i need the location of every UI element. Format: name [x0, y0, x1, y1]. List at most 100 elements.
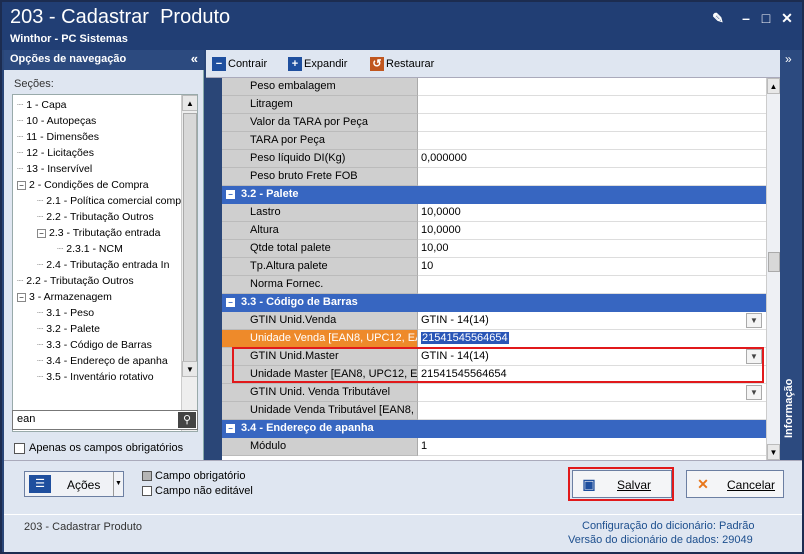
- chevron-down-icon[interactable]: ▼: [746, 349, 762, 364]
- tree-item-inservivel[interactable]: ┈ 13 - Inservível: [17, 161, 92, 177]
- grid-row[interactable]: Qtde total palete 10,00: [222, 240, 766, 258]
- expand-button[interactable]: + Expandir: [288, 56, 347, 72]
- tree-item-endereco-apanha[interactable]: ┈ 3.4 - Endereço de apanha: [37, 353, 168, 369]
- grid-scrollbar[interactable]: ▲ ▼: [766, 78, 780, 460]
- actions-button[interactable]: ☰ Ações ▼: [24, 471, 124, 497]
- title-bar: 203 - Cadastrar Produto Winthor - PC Sis…: [2, 2, 802, 50]
- restore-icon: ↺: [370, 57, 384, 72]
- sections-tree[interactable]: ┈ 1 - Capa ┈ 10 - Autopeças ┈ 11 - Dimen…: [12, 94, 198, 432]
- tree-item-tributacao-entrada[interactable]: −2.3 - Tributação entrada: [37, 225, 161, 241]
- collapse-left-icon[interactable]: «: [191, 51, 198, 66]
- scroll-down-icon[interactable]: ▼: [182, 361, 197, 377]
- legend-readonly: Campo não editável: [142, 485, 253, 497]
- grid-row[interactable]: Tp.Altura palete 10: [222, 258, 766, 276]
- tree-item-capa[interactable]: ┈ 1 - Capa: [17, 97, 67, 113]
- unidade-venda-tributavel-row[interactable]: Unidade Venda Tributável [EAN8, U: [222, 402, 766, 420]
- grid-row[interactable]: Norma Fornec.: [222, 276, 766, 294]
- checkbox-box[interactable]: [14, 442, 25, 454]
- scroll-down-icon[interactable]: ▼: [767, 444, 780, 460]
- plus-icon: +: [288, 57, 302, 72]
- info-panel[interactable]: » Informação: [780, 50, 802, 460]
- tree-item-politica-comercial[interactable]: ┈ 2.1 - Política comercial comp: [37, 193, 181, 209]
- only-required-checkbox[interactable]: Apenas os campos obrigatórios: [14, 442, 183, 454]
- collapse-section-icon[interactable]: −: [226, 297, 235, 307]
- grid-row[interactable]: Módulo 1: [222, 438, 766, 456]
- tree-item-codigo-barras[interactable]: ┈ 3.3 - Código de Barras: [37, 337, 152, 353]
- grid-scroll-thumb[interactable]: [768, 252, 780, 272]
- actions-icon: ☰: [29, 475, 51, 493]
- search-input-value: ean: [17, 413, 36, 425]
- gtin-unid-master-select[interactable]: GTIN - 14(14) ▼: [418, 348, 766, 366]
- minus-icon: −: [212, 57, 226, 72]
- app-window: 203 - Cadastrar Produto Winthor - PC Sis…: [0, 0, 804, 554]
- unidade-master-row[interactable]: Unidade Master [EAN8, UPC12, EA 215415455…: [222, 366, 766, 384]
- collapse-button[interactable]: − Contrair: [212, 56, 267, 72]
- readonly-swatch: [142, 486, 152, 497]
- search-icon[interactable]: ⚲: [178, 412, 196, 428]
- tree-scroll-thumb[interactable]: [183, 113, 197, 363]
- section-header-palete[interactable]: −3.2 - Palete: [222, 186, 766, 204]
- gtin-unid-venda-select[interactable]: GTIN - 14(14) ▼: [418, 312, 766, 330]
- chevron-down-icon[interactable]: ▼: [746, 385, 762, 400]
- navigation-panel: Opções de navegação « Seções: ┈ 1 - Capa…: [4, 50, 204, 460]
- scroll-up-icon[interactable]: ▲: [182, 95, 197, 111]
- property-grid: Peso embalagem Litragem Valor da TARA po…: [206, 78, 766, 460]
- save-button[interactable]: ▣ Salvar: [572, 470, 672, 498]
- scroll-up-icon[interactable]: ▲: [767, 78, 780, 94]
- tree-item-peso[interactable]: ┈ 3.1 - Peso: [37, 305, 94, 321]
- gtin-venda-tributavel-row[interactable]: GTIN Unid. Venda Tributável ▼: [222, 384, 766, 402]
- main-panel: − Contrair + Expandir ↺ Restaurar Peso emba…: [206, 50, 780, 460]
- chevron-down-icon[interactable]: ▼: [746, 313, 762, 328]
- info-panel-label: Informação: [783, 378, 795, 438]
- status-screen-name: 203 - Cadastrar Produto: [24, 521, 143, 533]
- cancel-button[interactable]: ✕ Cancelar: [686, 470, 784, 498]
- maximize-icon[interactable]: □: [758, 10, 774, 26]
- grid-row[interactable]: TARA por Peça: [222, 132, 766, 150]
- grid-row[interactable]: Altura 10,0000: [222, 222, 766, 240]
- grid-row[interactable]: Peso bruto Frete FOB: [222, 168, 766, 186]
- navigation-header-label: Opções de navegação: [10, 53, 127, 65]
- section-header-endereco-apanha[interactable]: −3.4 - Endereço de apanha: [222, 420, 766, 438]
- minimize-icon[interactable]: –: [738, 10, 754, 26]
- grid-row[interactable]: Peso embalagem: [222, 78, 766, 96]
- search-input[interactable]: ean ⚲: [12, 410, 198, 430]
- tree-item-tributacao-outros[interactable]: ┈ 2.2 - Tributação Outros: [37, 209, 154, 225]
- restore-button[interactable]: ↺ Restaurar: [370, 56, 434, 72]
- collapse-section-icon[interactable]: −: [226, 189, 235, 199]
- navigation-header: Opções de navegação «: [4, 50, 204, 70]
- chevron-down-icon[interactable]: ▼: [113, 472, 123, 496]
- tree-item-condicoes-compra[interactable]: −2 - Condições de Compra: [17, 177, 149, 193]
- grid-row[interactable]: Peso líquido DI(Kg) 0,000000: [222, 150, 766, 168]
- tree-item-inventario-rotativo[interactable]: ┈ 3.5 - Inventário rotativo: [37, 369, 154, 385]
- tree-item-armazenagem[interactable]: −3 - Armazenagem: [17, 289, 112, 305]
- gtin-unid-venda-row[interactable]: GTIN Unid.Venda GTIN - 14(14) ▼: [222, 312, 766, 330]
- unidade-master-input[interactable]: 21541545564654: [418, 366, 766, 384]
- grid-row[interactable]: Litragem: [222, 96, 766, 114]
- collapse-section-icon[interactable]: −: [226, 423, 235, 433]
- grid-left-strip: [206, 78, 222, 460]
- tree-item-tributacao-entrada-in[interactable]: ┈ 2.4 - Tributação entrada In: [37, 257, 169, 273]
- tree-item-palete[interactable]: ┈ 3.2 - Palete: [37, 321, 100, 337]
- gtin-venda-tributavel-select[interactable]: ▼: [418, 384, 766, 402]
- edit-icon[interactable]: ✎: [710, 10, 726, 26]
- tree-item-ncm[interactable]: ┈ 2.3.1 - NCM: [57, 241, 123, 257]
- close-icon[interactable]: ✕: [779, 10, 795, 26]
- tree-item-autopecas[interactable]: ┈ 10 - Autopeças: [17, 113, 96, 129]
- gtin-unid-master-row[interactable]: GTIN Unid.Master GTIN - 14(14) ▼: [222, 348, 766, 366]
- collapse-right-icon[interactable]: »: [785, 52, 792, 66]
- unidade-venda-input[interactable]: 21541545564654: [418, 330, 766, 348]
- tree-item-licitacoes[interactable]: ┈ 12 - Licitações: [17, 145, 94, 161]
- tree-item-tributacao-outros-2[interactable]: ┈ 2.2 - Tributação Outros: [17, 273, 134, 289]
- status-config: Configuração do dicionário: Padrão: [582, 520, 755, 532]
- save-icon: ▣: [582, 476, 596, 492]
- legend-required: Campo obrigatório: [142, 470, 246, 482]
- required-swatch: [142, 471, 152, 482]
- tree-scrollbar[interactable]: ▲ ▼: [181, 95, 197, 431]
- tree-item-dimensoes[interactable]: ┈ 11 - Dimensões: [17, 129, 99, 145]
- unidade-venda-row[interactable]: Unidade Venda [EAN8, UPC12, EA 2154154556…: [222, 330, 766, 348]
- status-version: Versão do dicionário de dados: 29049: [568, 534, 753, 546]
- grid-row[interactable]: Valor da TARA por Peça: [222, 114, 766, 132]
- grid-row[interactable]: Lastro 10,0000: [222, 204, 766, 222]
- action-bar: ☰ Ações ▼ Campo obrigatório Campo não ed…: [4, 460, 802, 514]
- section-header-codigo-barras[interactable]: −3.3 - Código de Barras: [222, 294, 766, 312]
